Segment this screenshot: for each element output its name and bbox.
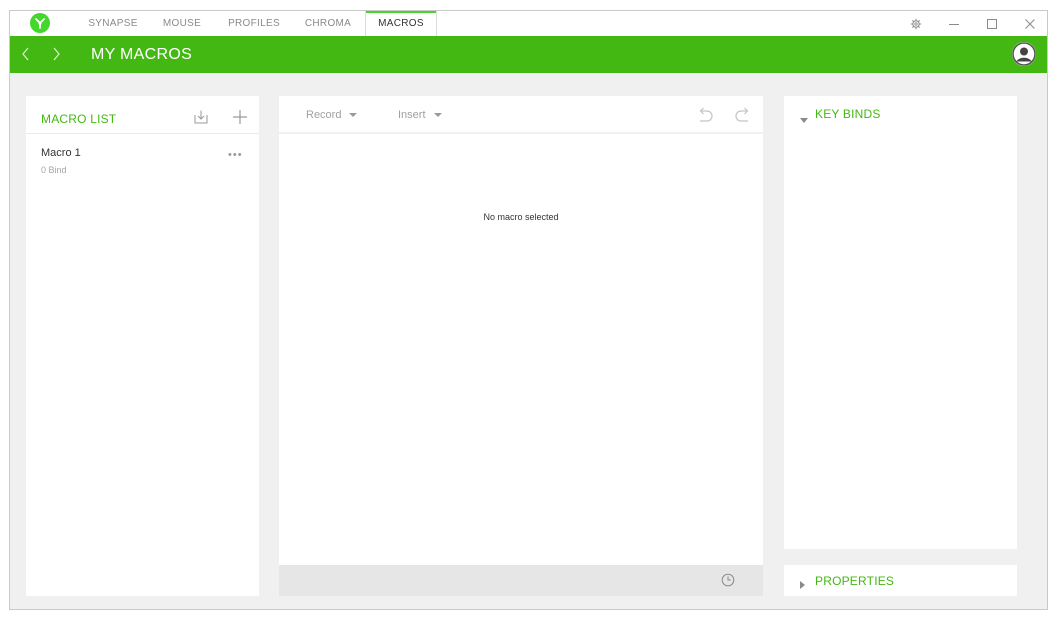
macro-bind-count: 0 Bind <box>41 165 67 175</box>
chevron-left-icon[interactable] <box>16 44 36 64</box>
minimize-icon[interactable] <box>941 11 967 36</box>
key-binds-panel: KEY BINDS <box>784 96 1017 549</box>
insert-dropdown[interactable]: Insert <box>398 109 442 121</box>
caret-right-icon <box>800 576 806 594</box>
maximize-icon[interactable] <box>979 11 1005 36</box>
page-header: MY MACROS <box>10 36 1047 73</box>
gear-icon[interactable] <box>903 11 929 36</box>
macro-list-title: MACRO LIST <box>41 112 117 126</box>
razer-logo-icon[interactable] <box>30 13 50 33</box>
record-label: Record <box>306 109 342 121</box>
title-bar: SYNAPSE MOUSE PROFILES CHROMA MACROS <box>10 11 1047 36</box>
caret-down-icon <box>349 113 358 117</box>
key-binds-title[interactable]: KEY BINDS <box>815 107 881 121</box>
properties-title[interactable]: PROPERTIES <box>815 574 894 588</box>
editor-toolbar: Record Insert <box>279 96 763 134</box>
macro-list-header: MACRO LIST <box>26 96 259 134</box>
tab-macros[interactable]: MACROS <box>365 11 437 36</box>
insert-label: Insert <box>398 109 426 121</box>
list-item[interactable]: Macro 1 0 Bind ••• <box>26 142 259 182</box>
user-avatar-icon[interactable] <box>1012 42 1036 66</box>
clock-icon[interactable] <box>720 572 736 588</box>
undo-icon[interactable] <box>695 105 715 125</box>
empty-state-message: No macro selected <box>483 212 559 222</box>
page-title: MY MACROS <box>91 46 193 63</box>
close-icon[interactable] <box>1017 11 1043 36</box>
tab-synapse[interactable]: SYNAPSE <box>78 11 148 36</box>
import-icon[interactable] <box>192 108 210 126</box>
caret-down-icon <box>433 113 442 117</box>
properties-panel[interactable]: PROPERTIES <box>784 565 1017 596</box>
plus-icon[interactable] <box>231 108 249 126</box>
tab-chroma[interactable]: CHROMA <box>296 11 360 36</box>
record-dropdown[interactable]: Record <box>306 109 358 121</box>
macro-name: Macro 1 <box>41 147 81 159</box>
app-window: SYNAPSE MOUSE PROFILES CHROMA MACROS MY … <box>9 10 1048 610</box>
macro-editor-panel: Record Insert No macro selected <box>279 96 763 596</box>
caret-down-icon[interactable] <box>800 111 808 129</box>
editor-footer <box>279 565 763 596</box>
tab-mouse[interactable]: MOUSE <box>152 11 212 36</box>
tab-profiles[interactable]: PROFILES <box>220 11 288 36</box>
chevron-right-icon[interactable] <box>46 44 66 64</box>
macro-list-panel: MACRO LIST Macro 1 0 Bind ••• <box>26 96 259 596</box>
redo-icon[interactable] <box>733 105 753 125</box>
more-options-button[interactable]: ••• <box>228 149 243 161</box>
